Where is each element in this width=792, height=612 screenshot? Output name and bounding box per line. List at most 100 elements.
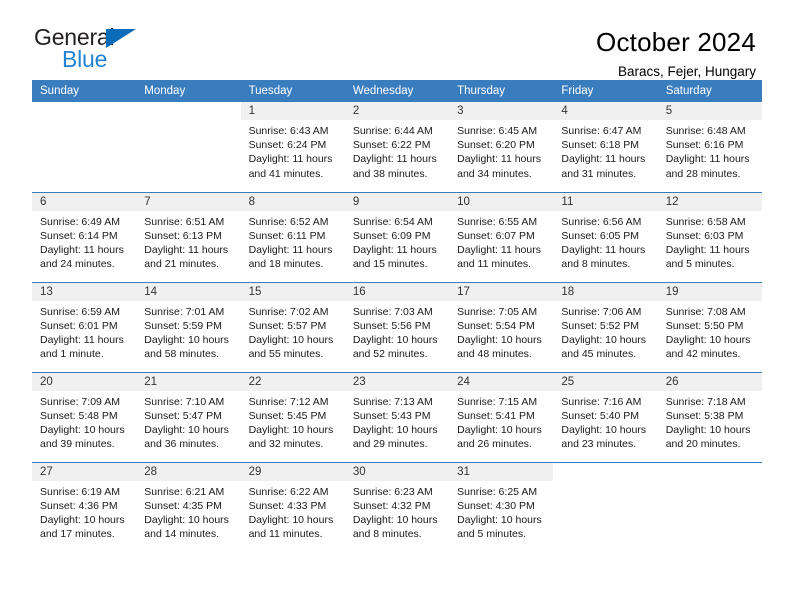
calendar-cell-day[interactable]: 4 Sunrise: 6:47 AM Sunset: 6:18 PM Daylight… [553, 102, 658, 192]
calendar-cell-inner: 14 Sunrise: 7:01 AM Sunset: 5:59 PM Dayligh… [136, 282, 241, 372]
day-number: 17 [449, 282, 554, 301]
calendar-cell-inner: 2 Sunrise: 6:44 AM Sunset: 6:22 PM Daylight… [344, 102, 450, 192]
sunset-time: Sunset: 4:36 PM [40, 499, 118, 512]
calendar-cell-day[interactable]: 29 Sunrise: 6:22 AM Sunset: 4:33 PM Dayligh… [240, 461, 345, 552]
calendar-cell-day[interactable]: 27 Sunrise: 6:19 AM Sunset: 4:36 PM Dayligh… [32, 461, 137, 553]
calendar-cell-day[interactable]: 30 Sunrise: 6:23 AM Sunset: 4:32 PM Dayligh… [344, 461, 450, 553]
calendar-cell-inner: 3 Sunrise: 6:45 AM Sunset: 6:20 PM Daylight… [449, 102, 554, 192]
day-number: 18 [553, 282, 658, 301]
calendar-cell-day[interactable]: 22 Sunrise: 7:12 AM Sunset: 5:45 PM Dayligh… [240, 371, 345, 462]
weekday-header-friday: Friday [553, 80, 658, 102]
day-details: Sunrise: 6:19 AM Sunset: 4:36 PM Daylight:… [32, 481, 136, 542]
page-subtitle: Baracs, Fejer, Hungary [617, 63, 756, 79]
day-number: 8 [240, 192, 345, 211]
day-details: Sunrise: 7:15 AM Sunset: 5:41 PM Daylight:… [449, 391, 553, 452]
calendar-cell-day[interactable]: 20 Sunrise: 7:09 AM Sunset: 5:48 PM Dayligh… [32, 371, 137, 462]
calendar-cell-inner: 18 Sunrise: 7:06 AM Sunset: 5:52 PM Dayligh… [553, 282, 658, 372]
daylight-line-2: and 42 minutes. [665, 348, 741, 361]
calendar-week-row: 13 Sunrise: 6:59 AM Sunset: 6:01 PM Dayligh… [32, 281, 762, 372]
calendar-cell-day[interactable]: 17 Sunrise: 7:05 AM Sunset: 5:54 PM Dayligh… [449, 281, 554, 372]
calendar-cell-day[interactable]: 12 Sunrise: 6:58 AM Sunset: 6:03 PM Dayligh… [657, 191, 762, 282]
daylight-line-1: Daylight: 10 hours [144, 513, 229, 526]
day-number: 26 [657, 372, 762, 391]
weekday-header-row: Sunday Monday Tuesday Wednesday Thursday… [32, 80, 762, 102]
daylight-line-1: Daylight: 11 hours [144, 243, 229, 256]
daylight-line-2: and 28 minutes. [665, 167, 741, 180]
day-number: 14 [136, 282, 241, 301]
calendar-cell-inner: 22 Sunrise: 7:12 AM Sunset: 5:45 PM Dayligh… [240, 372, 345, 462]
calendar-cell-inner: 16 Sunrise: 7:03 AM Sunset: 5:56 PM Dayligh… [344, 282, 450, 372]
calendar-cell-day[interactable]: 26 Sunrise: 7:18 AM Sunset: 5:38 PM Dayligh… [657, 371, 762, 462]
calendar-cell-inner [553, 462, 658, 553]
logo-triangle-icon [106, 29, 136, 48]
calendar-cell-day[interactable]: 8 Sunrise: 6:52 AM Sunset: 6:11 PM Daylight… [240, 191, 345, 282]
day-number: 7 [136, 192, 241, 211]
day-number: 16 [344, 282, 450, 301]
calendar-cell-day[interactable]: 10 Sunrise: 6:55 AM Sunset: 6:07 PM Dayligh… [449, 191, 554, 282]
day-details: Sunrise: 6:25 AM Sunset: 4:30 PM Daylight:… [449, 481, 553, 542]
calendar-cell-day[interactable]: 14 Sunrise: 7:01 AM Sunset: 5:59 PM Dayligh… [136, 281, 241, 372]
calendar-cell-inner: 5 Sunrise: 6:48 AM Sunset: 6:16 PM Daylight… [657, 102, 762, 192]
sunset-time: Sunset: 6:05 PM [561, 229, 640, 242]
sunset-time: Sunset: 4:35 PM [144, 499, 222, 512]
calendar-week-row: 6 Sunrise: 6:49 AM Sunset: 6:14 PM Daylight… [32, 191, 762, 282]
sunrise-time: Sunrise: 7:03 AM [352, 305, 433, 318]
calendar-cell-inner: 27 Sunrise: 6:19 AM Sunset: 4:36 PM Dayligh… [32, 462, 137, 553]
daylight-line-2: and 11 minutes. [248, 528, 323, 541]
sunset-time: Sunset: 5:43 PM [352, 409, 431, 422]
calendar-cell-day[interactable]: 16 Sunrise: 7:03 AM Sunset: 5:56 PM Dayligh… [344, 281, 450, 372]
calendar-cell-day[interactable]: 31 Sunrise: 6:25 AM Sunset: 4:30 PM Dayligh… [449, 461, 554, 552]
calendar-cell-day[interactable]: 23 Sunrise: 7:13 AM Sunset: 5:43 PM Dayligh… [344, 371, 450, 462]
daylight-line-2: and 41 minutes. [248, 167, 324, 180]
daylight-line-2: and 39 minutes. [40, 438, 115, 451]
calendar-cell-day[interactable]: 11 Sunrise: 6:56 AM Sunset: 6:05 PM Dayligh… [553, 191, 658, 282]
sunset-time: Sunset: 6:14 PM [40, 229, 118, 242]
day-details: Sunrise: 6:43 AM Sunset: 6:24 PM Daylight:… [241, 120, 345, 181]
sunrise-time: Sunrise: 7:15 AM [457, 395, 538, 408]
weekday-header-thursday: Thursday [449, 80, 554, 102]
sunrise-time: Sunrise: 7:08 AM [665, 305, 746, 318]
calendar-cell-day[interactable]: 15 Sunrise: 7:02 AM Sunset: 5:57 PM Dayligh… [240, 281, 345, 372]
day-details: Sunrise: 6:44 AM Sunset: 6:22 PM Daylight:… [345, 120, 449, 181]
sunrise-time: Sunrise: 6:52 AM [248, 215, 329, 228]
sunset-time: Sunset: 6:20 PM [457, 139, 535, 152]
calendar-cell-day[interactable]: 7 Sunrise: 6:51 AM Sunset: 6:13 PM Daylight… [136, 191, 241, 282]
day-details: Sunrise: 6:48 AM Sunset: 6:16 PM Daylight:… [658, 120, 762, 181]
calendar-cell-empty [657, 461, 762, 552]
day-number: 21 [136, 372, 241, 391]
calendar-cell-day[interactable]: 5 Sunrise: 6:48 AM Sunset: 6:16 PM Daylight… [657, 102, 762, 192]
sunset-time: Sunset: 6:07 PM [457, 229, 535, 242]
calendar-cell-inner: 30 Sunrise: 6:23 AM Sunset: 4:32 PM Dayligh… [344, 462, 450, 553]
daylight-line-2: and 21 minutes. [144, 258, 219, 271]
day-number: 9 [344, 192, 450, 211]
calendar-cell-day[interactable]: 24 Sunrise: 7:15 AM Sunset: 5:41 PM Dayligh… [449, 371, 554, 462]
calendar-cell-day[interactable]: 6 Sunrise: 6:49 AM Sunset: 6:14 PM Daylight… [32, 191, 137, 282]
calendar-cell-day[interactable]: 28 Sunrise: 6:21 AM Sunset: 4:35 PM Dayligh… [136, 461, 241, 552]
calendar-cell-day[interactable]: 18 Sunrise: 7:06 AM Sunset: 5:52 PM Dayligh… [553, 281, 658, 372]
daylight-line-1: Daylight: 10 hours [457, 333, 542, 346]
calendar-cell-day[interactable]: 13 Sunrise: 6:59 AM Sunset: 6:01 PM Dayligh… [32, 281, 137, 372]
calendar-cell-day[interactable]: 21 Sunrise: 7:10 AM Sunset: 5:47 PM Dayligh… [136, 371, 241, 462]
day-number: 13 [32, 282, 137, 301]
sunset-time: Sunset: 5:54 PM [457, 319, 535, 332]
sunrise-time: Sunrise: 7:05 AM [457, 305, 538, 318]
calendar-cell-day[interactable]: 9 Sunrise: 6:54 AM Sunset: 6:09 PM Daylight… [344, 191, 450, 282]
sunset-time: Sunset: 5:52 PM [561, 319, 640, 332]
calendar-cell-day[interactable]: 1 Sunrise: 6:43 AM Sunset: 6:24 PM Daylight… [240, 102, 345, 192]
calendar-cell-day[interactable]: 2 Sunrise: 6:44 AM Sunset: 6:22 PM Daylight… [344, 102, 450, 192]
sunrise-time: Sunrise: 6:44 AM [352, 125, 433, 137]
calendar-cell-day[interactable]: 19 Sunrise: 7:08 AM Sunset: 5:50 PM Dayligh… [657, 281, 762, 372]
daylight-line-1: Daylight: 10 hours [665, 333, 751, 346]
daylight-line-1: Daylight: 10 hours [457, 423, 542, 436]
daylight-line-1: Daylight: 11 hours [561, 153, 646, 166]
daylight-line-1: Daylight: 10 hours [248, 513, 334, 526]
daylight-line-1: Daylight: 11 hours [665, 153, 750, 166]
day-details: Sunrise: 6:22 AM Sunset: 4:33 PM Daylight:… [241, 481, 345, 542]
generalblue-logo[interactable]: General Blue [34, 26, 146, 74]
calendar-cell-day[interactable]: 3 Sunrise: 6:45 AM Sunset: 6:20 PM Daylight… [449, 102, 554, 192]
sunset-time: Sunset: 5:41 PM [457, 409, 535, 422]
weekday-header-tuesday: Tuesday [240, 80, 345, 102]
calendar-cell-empty [136, 102, 241, 192]
sunrise-time: Sunrise: 7:18 AM [665, 395, 746, 408]
calendar-cell-day[interactable]: 25 Sunrise: 7:16 AM Sunset: 5:40 PM Dayligh… [553, 371, 658, 462]
